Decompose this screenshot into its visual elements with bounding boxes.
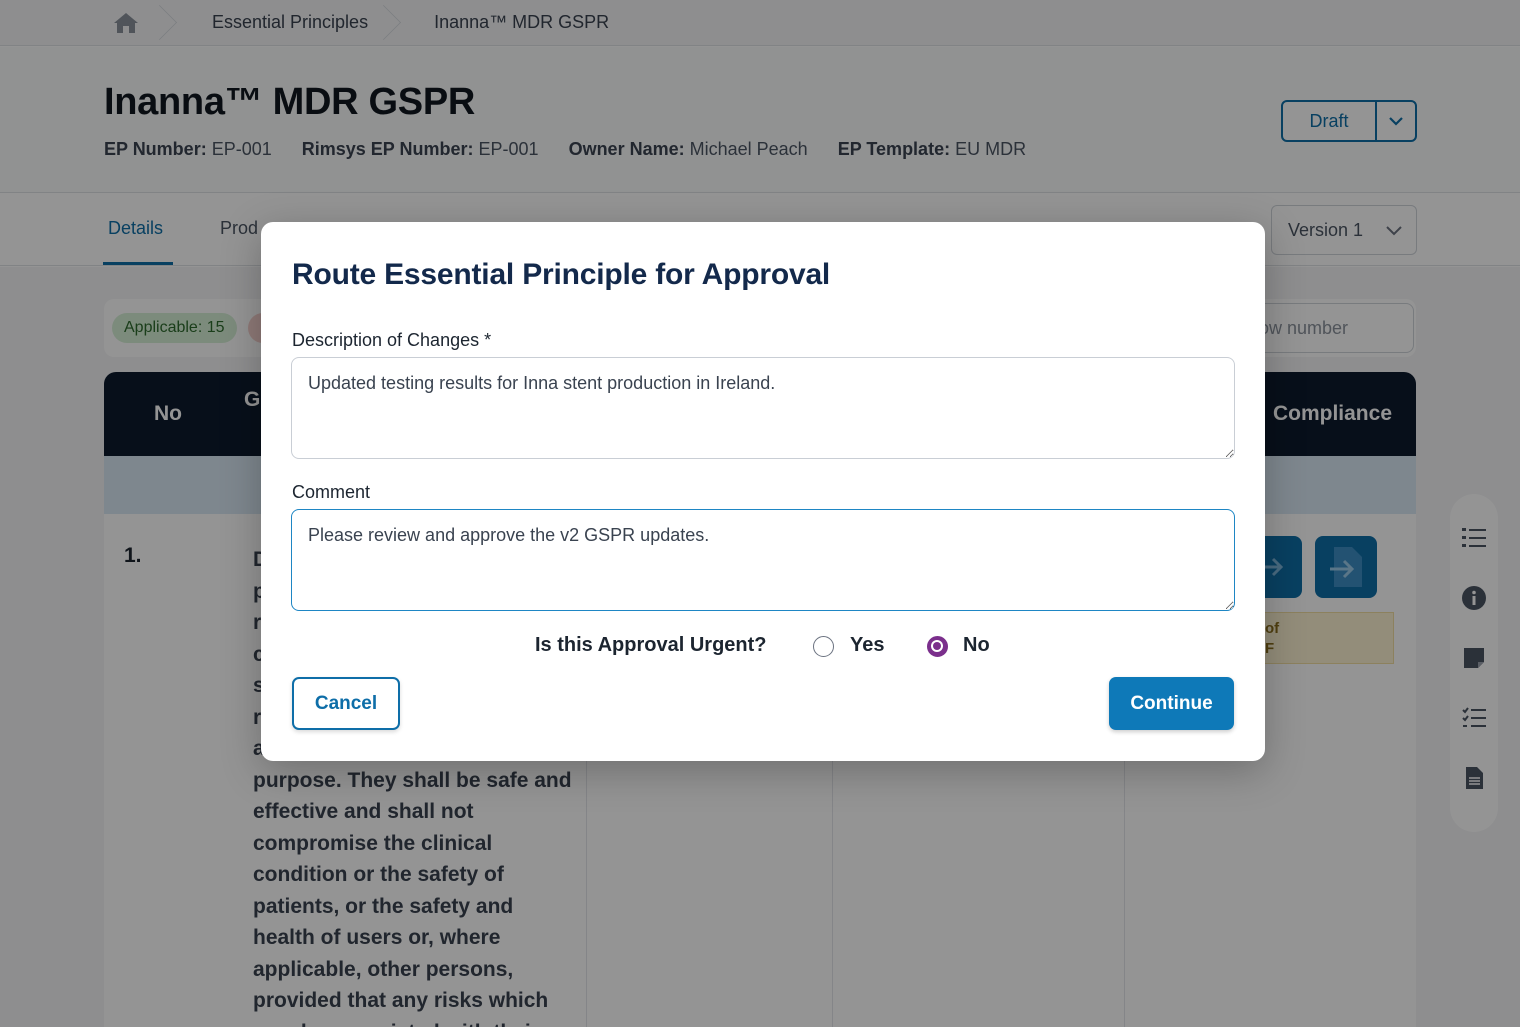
urgent-no-radio[interactable] [927, 636, 948, 657]
urgent-yes-label[interactable]: Yes [850, 634, 884, 657]
urgent-question: Is this Approval Urgent? [535, 634, 767, 656]
urgent-yes-radio[interactable] [813, 636, 834, 657]
modal-title: Route Essential Principle for Approval [292, 258, 831, 291]
urgent-no-label[interactable]: No [963, 634, 990, 657]
description-label: Description of Changes * [292, 330, 492, 350]
comment-field[interactable]: Please review and approve the v2 GSPR up… [291, 509, 1235, 611]
continue-button[interactable]: Continue [1109, 677, 1234, 730]
urgent-radio-group: Is this Approval Urgent? Yes No [261, 632, 1265, 662]
comment-label: Comment [292, 482, 371, 502]
description-field[interactable]: Updated testing results for Inna stent p… [291, 357, 1235, 459]
approval-modal: Route Essential Principle for Approval D… [261, 222, 1265, 761]
cancel-button[interactable]: Cancel [292, 677, 400, 730]
